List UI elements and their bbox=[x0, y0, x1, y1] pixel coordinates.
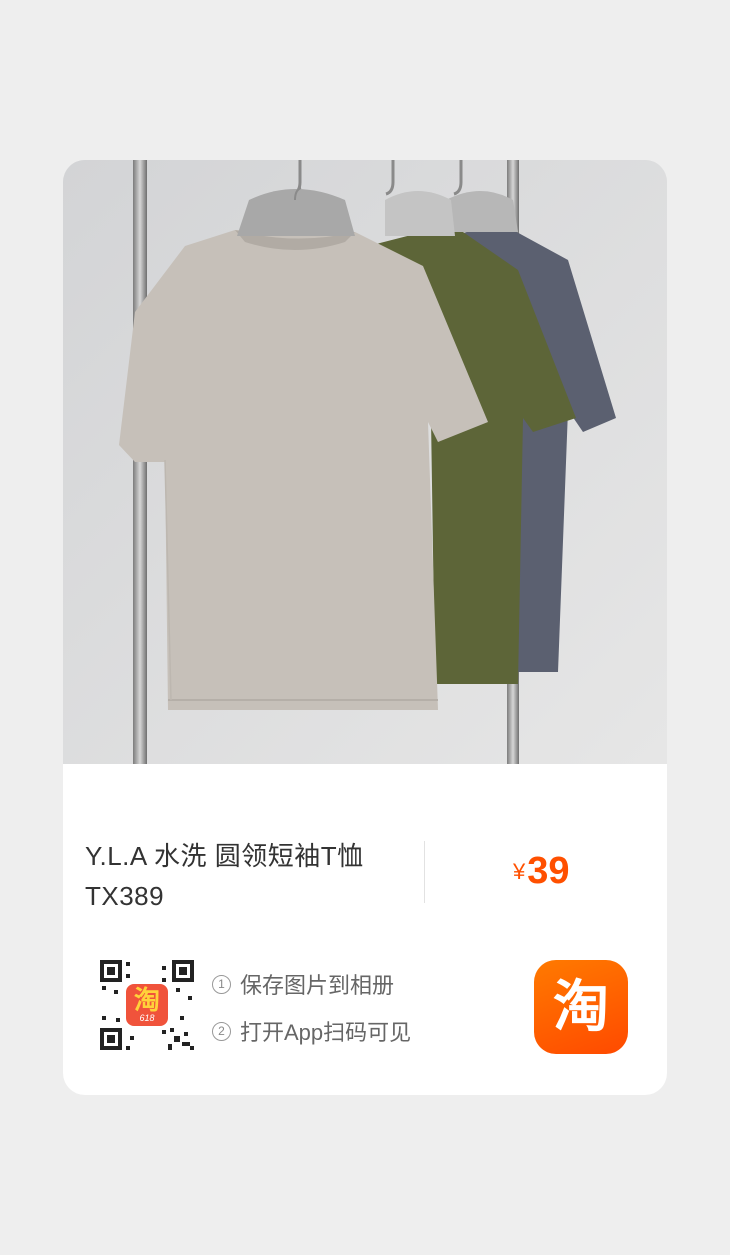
qr-center-logo-text: 淘 bbox=[133, 985, 160, 1015]
product-image[interactable] bbox=[63, 160, 667, 764]
step-1-text: 保存图片到相册 bbox=[240, 973, 395, 998]
price-currency: ¥ bbox=[513, 859, 526, 884]
taobao-app-icon[interactable]: 淘 bbox=[534, 960, 628, 1054]
product-title[interactable]: Y.L.A 水洗 圆领短袖T恤 TX389 bbox=[85, 836, 407, 916]
step-2-number: 2 bbox=[212, 1021, 231, 1041]
qr-center-logo-sub: 618 bbox=[139, 1013, 155, 1023]
instruction-step-2: 2 打开App扫码可见 bbox=[212, 1015, 411, 1047]
product-price: ¥39 bbox=[513, 850, 570, 893]
step-2-text: 打开App扫码可见 bbox=[240, 1020, 412, 1045]
step-1-number: 1 bbox=[212, 974, 231, 994]
price-amount: 39 bbox=[527, 850, 570, 892]
title-price-divider bbox=[424, 841, 425, 903]
instruction-step-1: 1 保存图片到相册 bbox=[212, 968, 394, 1000]
share-card: Y.L.A 水洗 圆领短袖T恤 TX389 ¥39 淘 618 1 保存图片到相… bbox=[63, 160, 667, 1095]
qr-code[interactable]: 淘 618 bbox=[96, 956, 198, 1054]
